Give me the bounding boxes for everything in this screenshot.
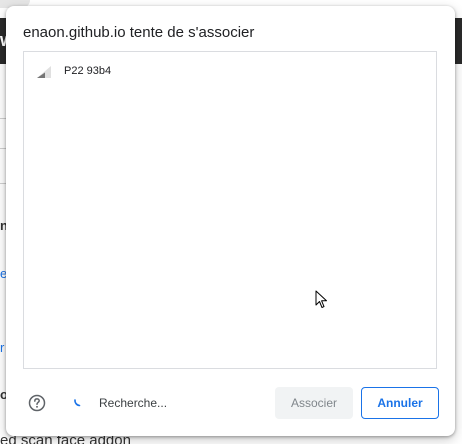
- page: w n e r o ed scan face addon enaon.githu…: [0, 0, 462, 444]
- help-icon[interactable]: [28, 394, 46, 412]
- device-name: P22 93b4: [64, 65, 112, 77]
- associate-button[interactable]: Associer: [275, 387, 353, 419]
- cancel-button[interactable]: Annuler: [361, 387, 439, 419]
- mouse-cursor-icon: [315, 290, 329, 310]
- search-status-text: Recherche...: [99, 396, 168, 410]
- device-item[interactable]: P22 93b4: [24, 62, 436, 82]
- signal-strength-icon: [36, 65, 52, 79]
- pairing-dialog: enaon.github.io tente de s'associer P22 …: [6, 6, 455, 436]
- device-list: P22 93b4: [23, 51, 437, 369]
- loading-spinner-icon: [73, 395, 83, 407]
- dialog-title: enaon.github.io tente de s'associer: [23, 24, 255, 41]
- background-link-fragment: r: [0, 340, 5, 355]
